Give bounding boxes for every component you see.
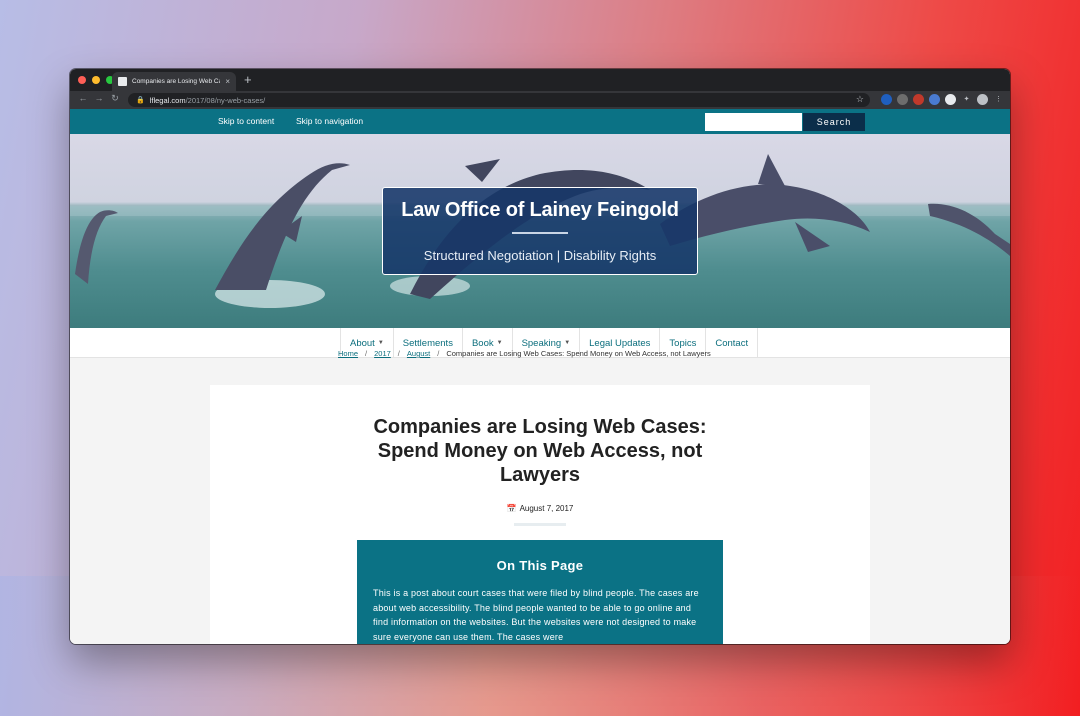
search-button[interactable]: Search bbox=[802, 112, 866, 132]
breadcrumb-year[interactable]: 2017 bbox=[374, 349, 391, 358]
url-host: lflegal.com bbox=[149, 95, 186, 105]
calendar-icon: 📅 bbox=[506, 504, 517, 513]
url-text[interactable]: lflegal.com/2017/08/ny-web-cases/ bbox=[150, 96, 266, 105]
caret-down-icon: ▼ bbox=[377, 340, 384, 346]
header-banner: Law Office of Lainey Feingold Structured… bbox=[70, 134, 1010, 328]
site-title[interactable]: Law Office of Lainey Feingold bbox=[383, 199, 697, 222]
browser-window: Companies are Losing Web Ca × + ← → ↻ 🔒 … bbox=[70, 69, 1010, 644]
back-icon[interactable]: ← bbox=[76, 93, 90, 104]
url-path: /2017/08/ny-web-cases/ bbox=[185, 95, 266, 105]
close-window-button[interactable] bbox=[78, 76, 86, 84]
toc-heading: On This Page bbox=[496, 558, 584, 573]
extension-icon[interactable] bbox=[945, 94, 956, 105]
new-tab-button[interactable]: + bbox=[244, 72, 252, 88]
search-input[interactable] bbox=[705, 113, 802, 131]
post-date: 📅 August 7, 2017 bbox=[210, 504, 870, 513]
nav-item-label: Contact bbox=[715, 337, 749, 349]
menu-icon[interactable]: ⋮ bbox=[993, 94, 1004, 105]
breadcrumb: Home / 2017 / August / Companies are Los… bbox=[338, 349, 711, 358]
tab-strip: Companies are Losing Web Ca × + bbox=[70, 69, 1010, 91]
caret-down-icon: ▼ bbox=[496, 340, 503, 346]
extensions-icon[interactable]: ✦ bbox=[961, 94, 972, 105]
forward-icon[interactable]: → bbox=[92, 93, 106, 104]
extension-icon[interactable] bbox=[913, 94, 924, 105]
skip-to-navigation-link[interactable]: Skip to navigation bbox=[296, 116, 363, 126]
toc-summary: This is a post about court cases that we… bbox=[373, 588, 699, 642]
web-page: Skip to content Skip to navigation Searc… bbox=[70, 109, 1010, 644]
breadcrumb-separator: / bbox=[365, 349, 368, 358]
caret-down-icon: ▼ bbox=[564, 340, 571, 346]
browser-toolbar: ← → ↻ 🔒 lflegal.com/2017/08/ny-web-cases… bbox=[70, 91, 1010, 109]
site-tagline: Structured Negotiation | Disability Righ… bbox=[423, 248, 657, 263]
utility-bar: Skip to content Skip to navigation Searc… bbox=[70, 109, 1010, 134]
lock-icon[interactable]: 🔒 bbox=[136, 96, 145, 104]
close-tab-icon[interactable]: × bbox=[225, 77, 230, 86]
article: Companies are Losing Web Cases: Spend Mo… bbox=[210, 385, 870, 644]
on-this-page-box: On This Page This is a post about court … bbox=[357, 540, 723, 644]
nav-buttons: ← → ↻ bbox=[76, 93, 122, 104]
extension-icon[interactable] bbox=[929, 94, 940, 105]
nav-item-label: Topics bbox=[669, 337, 697, 349]
post-date-text: August 7, 2017 bbox=[519, 504, 574, 513]
nav-item-label: Settlements bbox=[402, 337, 453, 349]
breadcrumb-month[interactable]: August bbox=[407, 349, 430, 358]
address-bar[interactable]: 🔒 lflegal.com/2017/08/ny-web-cases/ ☆ bbox=[128, 93, 870, 107]
extension-icons: ✦ ⋮ bbox=[881, 94, 1004, 105]
profile-icon[interactable] bbox=[977, 94, 988, 105]
skip-to-content-link[interactable]: Skip to content bbox=[218, 116, 274, 126]
breadcrumb-current: Companies are Losing Web Cases: Spend Mo… bbox=[446, 349, 711, 358]
reload-icon[interactable]: ↻ bbox=[108, 93, 122, 104]
nav-item-label: Book bbox=[471, 337, 494, 349]
window-controls bbox=[78, 76, 114, 84]
nav-item-label: About bbox=[350, 337, 375, 349]
active-tab[interactable]: Companies are Losing Web Ca × bbox=[112, 72, 236, 91]
nav-item-contact[interactable]: Contact bbox=[706, 328, 759, 358]
post-title: Companies are Losing Web Cases: Spend Mo… bbox=[373, 416, 707, 486]
breadcrumb-separator: / bbox=[397, 349, 400, 358]
nav-item-label: Speaking bbox=[521, 337, 562, 349]
star-icon[interactable]: ☆ bbox=[856, 94, 864, 105]
site-favicon-icon bbox=[118, 77, 127, 86]
date-divider bbox=[514, 523, 566, 526]
breadcrumb-separator: / bbox=[437, 349, 440, 358]
site-title-box: Law Office of Lainey Feingold Structured… bbox=[382, 187, 698, 275]
tab-title: Companies are Losing Web Ca bbox=[132, 78, 221, 85]
nav-item-label: Legal Updates bbox=[589, 337, 651, 349]
breadcrumb-home[interactable]: Home bbox=[338, 349, 358, 358]
extension-icon[interactable] bbox=[881, 94, 892, 105]
extension-icon[interactable] bbox=[897, 94, 908, 105]
title-divider bbox=[512, 232, 568, 234]
minimize-window-button[interactable] bbox=[92, 76, 100, 84]
